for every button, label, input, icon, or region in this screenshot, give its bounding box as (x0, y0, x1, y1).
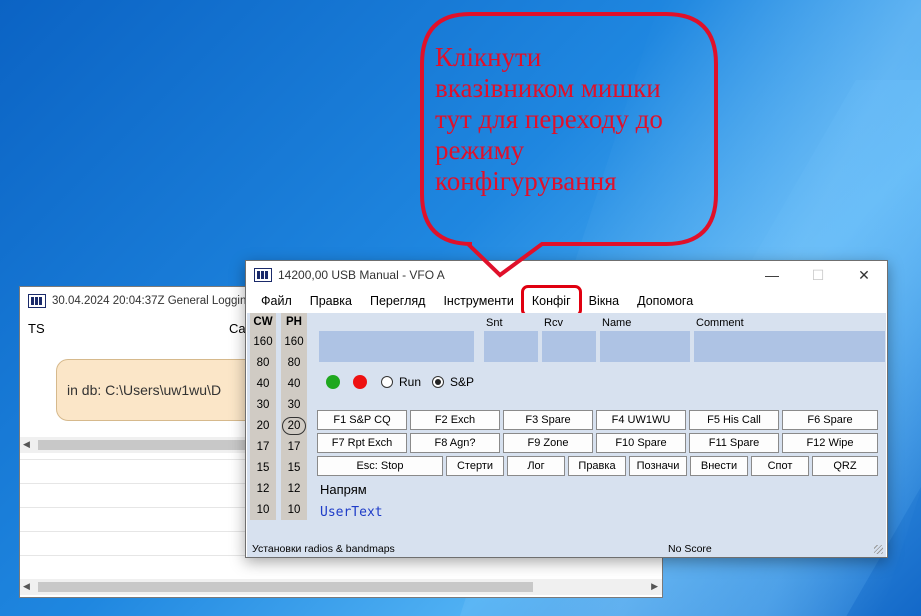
close-icon[interactable]: ✕ (841, 261, 887, 289)
user-text: UserText (320, 505, 383, 520)
scroll-thumb[interactable] (38, 440, 248, 450)
cw-header: CW (253, 316, 273, 328)
rcv-label: Rcv (544, 317, 563, 329)
menu-windows[interactable]: Вікна (580, 289, 628, 313)
callout-line: тут для переходу до (435, 104, 663, 134)
log-button[interactable]: Лог (507, 456, 565, 476)
qrz-button[interactable]: QRZ (812, 456, 878, 476)
callout-line: Клікнути (435, 42, 542, 72)
sp-radio[interactable] (432, 376, 444, 388)
entry-window[interactable]: 14200,00 USB Manual - VFO A — ☐ ✕ Файл П… (245, 260, 888, 558)
sp-label: S&P (450, 375, 475, 389)
comment-field[interactable] (694, 331, 885, 362)
snt-field[interactable] (484, 331, 538, 362)
minimize-icon[interactable]: — (749, 261, 795, 289)
cw-band-10[interactable]: 10 (250, 504, 276, 516)
f12-button[interactable]: F12 Wipe (782, 433, 878, 453)
column-ts[interactable]: TS (28, 321, 45, 336)
cw-band-17[interactable]: 17 (250, 441, 276, 453)
f2-button[interactable]: F2 Exch (410, 410, 500, 430)
scroll-thumb[interactable] (38, 582, 533, 592)
red-status-icon (353, 375, 367, 389)
cw-band-160[interactable]: 160 (250, 336, 276, 348)
entry-client-area: CW 160 80 40 30 20 17 15 12 10 PH 160 80… (247, 313, 886, 557)
callout-text: Клікнути вказівником мишки тут для перех… (435, 42, 715, 197)
rcv-field[interactable] (542, 331, 596, 362)
f11-button[interactable]: F11 Spare (689, 433, 779, 453)
cw-band-12[interactable]: 12 (250, 483, 276, 495)
esc-stop-button[interactable]: Esc: Stop (317, 456, 443, 476)
ph-band-17[interactable]: 17 (281, 441, 307, 453)
f10-button[interactable]: F10 Spare (596, 433, 686, 453)
call-field[interactable] (319, 331, 474, 362)
f8-button[interactable]: F8 Agn? (410, 433, 500, 453)
snt-label: Snt (486, 317, 503, 329)
direction-label: Напрям (320, 482, 367, 497)
f6-button[interactable]: F6 Spare (782, 410, 878, 430)
menu-config[interactable]: Конфіг (520, 285, 582, 317)
scroll-right-icon[interactable]: ▶ (651, 581, 658, 592)
ph-band-80[interactable]: 80 (281, 357, 307, 369)
f3-button[interactable]: F3 Spare (503, 410, 593, 430)
cw-band-15[interactable]: 15 (250, 462, 276, 474)
status-bar-score: No Score (668, 543, 712, 555)
name-field[interactable] (600, 331, 690, 362)
cw-band-80[interactable]: 80 (250, 357, 276, 369)
name-label: Name (602, 317, 632, 329)
f4-button[interactable]: F4 UW1WU (596, 410, 686, 430)
menu-tools[interactable]: Інструменти (434, 289, 522, 313)
run-radio[interactable] (381, 376, 393, 388)
scroll-left-icon[interactable]: ◀ (23, 439, 30, 450)
ph-band-160[interactable]: 160 (281, 336, 307, 348)
cw-band-30[interactable]: 30 (250, 399, 276, 411)
comment-label: Comment (696, 317, 744, 329)
wipe-button[interactable]: Стерти (446, 456, 504, 476)
store-button[interactable]: Внести (690, 456, 748, 476)
menu-help[interactable]: Допомога (628, 289, 702, 313)
green-status-icon (326, 375, 340, 389)
column-call[interactable]: Ca (229, 321, 246, 336)
n1mm-logo-icon (254, 268, 272, 282)
cw-band-20[interactable]: 20 (250, 420, 276, 432)
f9-button[interactable]: F9 Zone (503, 433, 593, 453)
ph-band-10[interactable]: 10 (281, 504, 307, 516)
mark-button[interactable]: Позначи (629, 456, 687, 476)
ph-band-20[interactable]: 20 (281, 420, 307, 432)
n1mm-logo-icon (28, 294, 46, 308)
ph-band-30[interactable]: 30 (281, 399, 307, 411)
maximize-icon: ☐ (811, 266, 825, 283)
entry-window-title: 14200,00 USB Manual - VFO A (278, 268, 445, 282)
ph-band-12[interactable]: 12 (281, 483, 307, 495)
ph-band-15[interactable]: 15 (281, 462, 307, 474)
cw-band-column: CW 160 80 40 30 20 17 15 12 10 (250, 313, 276, 520)
edit-button[interactable]: Правка (568, 456, 626, 476)
ph-band-column: PH 160 80 40 30 20 17 15 12 10 (281, 313, 307, 520)
callout-line: режиму (435, 135, 525, 165)
callout-line: конфігурування (435, 166, 617, 196)
f5-button[interactable]: F5 His Call (689, 410, 779, 430)
menu-edit[interactable]: Правка (301, 289, 361, 313)
run-label: Run (399, 375, 422, 389)
cw-band-40[interactable]: 40 (250, 378, 276, 390)
scroll-left-icon[interactable]: ◀ (23, 581, 30, 592)
menu-file[interactable]: Файл (252, 289, 301, 313)
menu-bar: Файл Правка Перегляд Інструменти Конфіг … (246, 285, 887, 317)
menu-view[interactable]: Перегляд (361, 289, 434, 313)
ph-header: PH (286, 316, 302, 328)
callout-line: вказівником мишки (435, 73, 661, 103)
window-controls: — ☐ ✕ (749, 261, 887, 289)
status-bar-left[interactable]: Установки radios & bandmaps (252, 543, 395, 555)
resize-grip-icon[interactable] (874, 545, 883, 554)
spot-button[interactable]: Спот (751, 456, 809, 476)
f7-button[interactable]: F7 Rpt Exch (317, 433, 407, 453)
f1-button[interactable]: F1 S&P CQ (317, 410, 407, 430)
log-bottom-scrollbar[interactable]: ◀ ▶ (20, 579, 662, 595)
ph-band-40[interactable]: 40 (281, 378, 307, 390)
log-window-title: 30.04.2024 20:04:37Z General Logging (52, 295, 253, 307)
